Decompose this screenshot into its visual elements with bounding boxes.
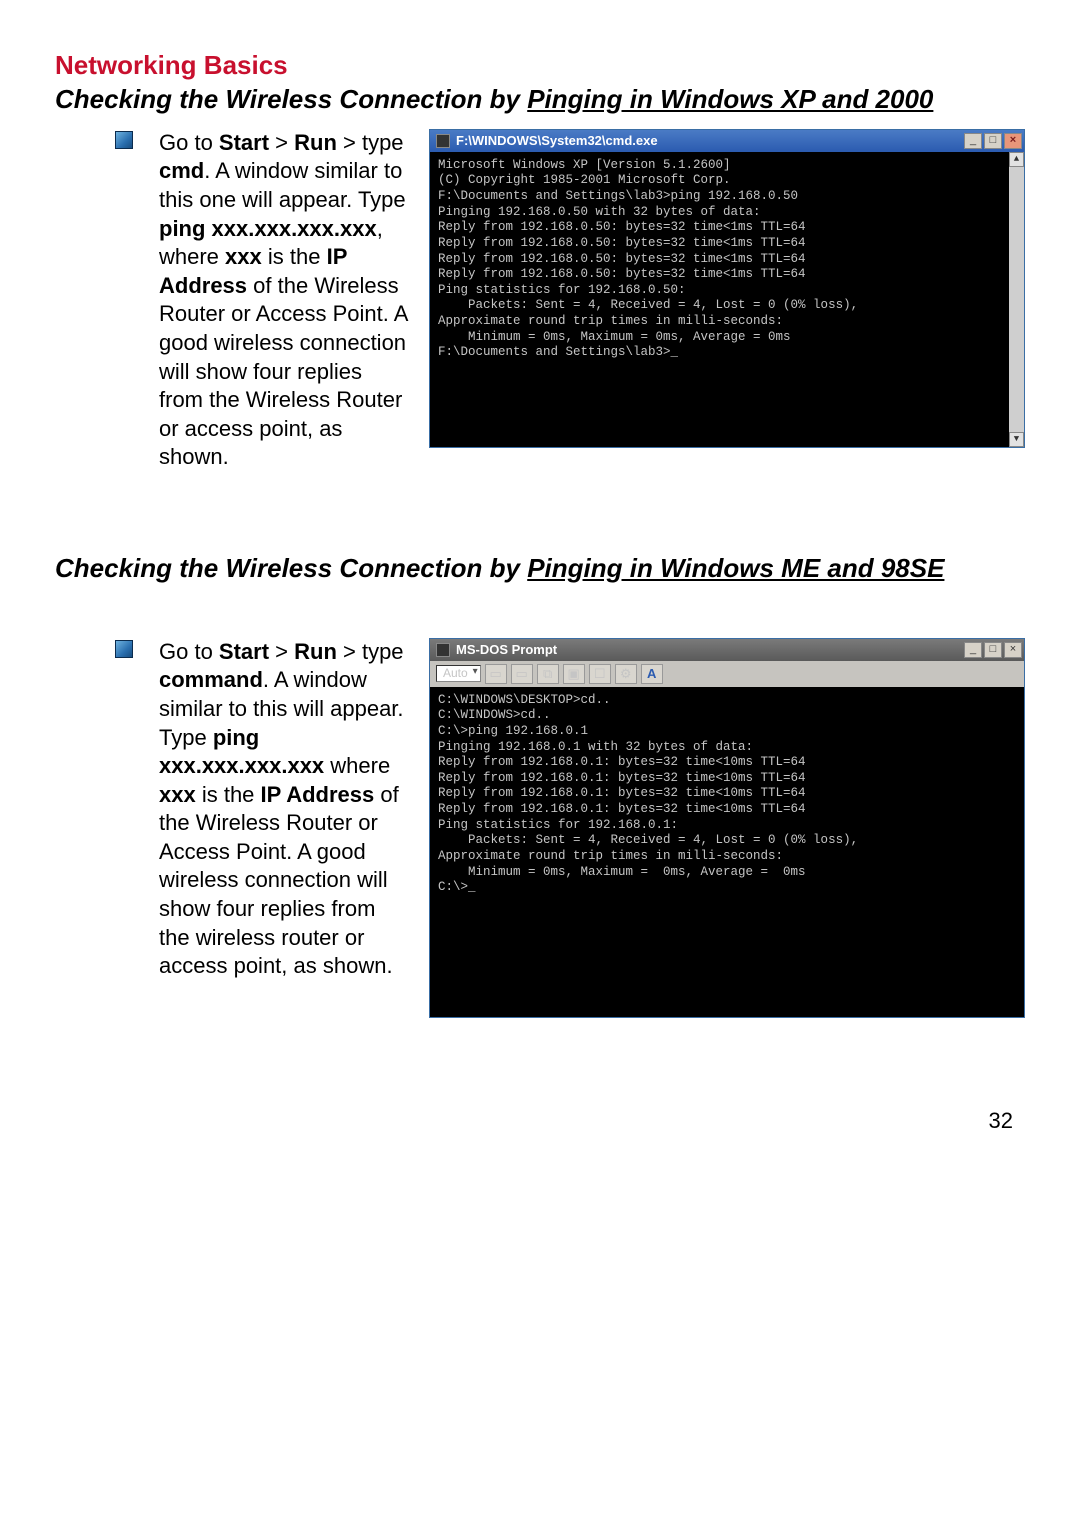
term-line: C:\>ping 192.168.0.1 bbox=[438, 724, 1016, 740]
section1-title-prefix: Checking the Wireless Connection by bbox=[55, 84, 527, 114]
txt-bold: ping xxx.xxx.xxx.xxx bbox=[159, 216, 377, 241]
window-controls: _ □ × bbox=[964, 642, 1022, 658]
close-button[interactable]: × bbox=[1004, 133, 1022, 149]
txt-bold: Start bbox=[219, 639, 269, 664]
app-icon bbox=[436, 643, 450, 657]
toolbar-button[interactable]: ▭ bbox=[511, 664, 533, 684]
scroll-down-icon[interactable]: ▼ bbox=[1009, 432, 1024, 447]
close-button[interactable]: × bbox=[1004, 642, 1022, 658]
maximize-button[interactable]: □ bbox=[984, 642, 1002, 658]
scroll-up-icon[interactable]: ▲ bbox=[1009, 152, 1024, 167]
bullet-container bbox=[115, 129, 139, 149]
titlebar: MS-DOS Prompt _ □ × bbox=[430, 639, 1024, 661]
txt: is the bbox=[196, 782, 261, 807]
txt-bold: Start bbox=[219, 130, 269, 155]
term-line: Reply from 192.168.0.1: bytes=32 time<10… bbox=[438, 802, 1016, 818]
minimize-button[interactable]: _ bbox=[964, 642, 982, 658]
square-bullet-icon bbox=[115, 640, 133, 658]
window-title: MS-DOS Prompt bbox=[456, 642, 964, 658]
titlebar: F:\WINDOWS\System32\cmd.exe _ □ × bbox=[430, 130, 1024, 152]
window-title: F:\WINDOWS\System32\cmd.exe bbox=[456, 133, 964, 149]
bullet-container bbox=[115, 638, 139, 658]
txt: of the Wireless Router or Access Point. … bbox=[159, 782, 399, 979]
terminal-body: C:\WINDOWS\DESKTOP>cd.. C:\WINDOWS>cd.. … bbox=[430, 687, 1024, 1017]
term-line: (C) Copyright 1985-2001 Microsoft Corp. bbox=[438, 173, 1016, 189]
toolbar-button[interactable]: ☐ bbox=[589, 664, 611, 684]
section2-title-underline: Pinging in Windows ME and 98SE bbox=[527, 553, 944, 583]
term-line: Reply from 192.168.0.50: bytes=32 time<1… bbox=[438, 236, 1016, 252]
term-line: F:\Documents and Settings\lab3>_ bbox=[438, 345, 1016, 361]
term-line: Reply from 192.168.0.1: bytes=32 time<10… bbox=[438, 771, 1016, 787]
page-heading: Networking Basics bbox=[55, 50, 1025, 81]
window-controls: _ □ × bbox=[964, 133, 1022, 149]
minimize-button[interactable]: _ bbox=[964, 133, 982, 149]
cmd-window-xp: F:\WINDOWS\System32\cmd.exe _ □ × Micros… bbox=[429, 129, 1025, 448]
term-line: Reply from 192.168.0.1: bytes=32 time<10… bbox=[438, 755, 1016, 771]
font-icon[interactable]: A bbox=[641, 664, 663, 684]
term-line: Reply from 192.168.0.50: bytes=32 time<1… bbox=[438, 220, 1016, 236]
page-number: 32 bbox=[55, 1108, 1025, 1134]
txt: of the Wireless Router or Access Point. … bbox=[159, 273, 407, 470]
term-line: Ping statistics for 192.168.0.1: bbox=[438, 818, 1016, 834]
term-line: Packets: Sent = 4, Received = 4, Lost = … bbox=[438, 298, 1016, 314]
msdos-window: MS-DOS Prompt _ □ × Auto ▭ ▭ ⧉ ▣ ☐ ⚙ A bbox=[429, 638, 1025, 1018]
term-line: Pinging 192.168.0.1 with 32 bytes of dat… bbox=[438, 740, 1016, 756]
txt-bold: IP Address bbox=[261, 782, 375, 807]
txt-bold: xxx bbox=[159, 782, 196, 807]
section2-screenshot: MS-DOS Prompt _ □ × Auto ▭ ▭ ⧉ ▣ ☐ ⚙ A bbox=[429, 638, 1025, 1018]
term-line: F:\Documents and Settings\lab3>ping 192.… bbox=[438, 189, 1016, 205]
section1-title-underline: Pinging in Windows XP and 2000 bbox=[527, 84, 933, 114]
term-line: Reply from 192.168.0.50: bytes=32 time<1… bbox=[438, 252, 1016, 268]
toolbar-button[interactable]: ▣ bbox=[563, 664, 585, 684]
maximize-button[interactable]: □ bbox=[984, 133, 1002, 149]
app-icon bbox=[436, 134, 450, 148]
term-line: Pinging 192.168.0.50 with 32 bytes of da… bbox=[438, 205, 1016, 221]
txt: > bbox=[269, 130, 294, 155]
section1-title: Checking the Wireless Connection by Ping… bbox=[55, 83, 1025, 117]
term-line: Packets: Sent = 4, Received = 4, Lost = … bbox=[438, 833, 1016, 849]
txt: is the bbox=[262, 244, 327, 269]
txt-bold: Run bbox=[294, 639, 337, 664]
section1-screenshot: F:\WINDOWS\System32\cmd.exe _ □ × Micros… bbox=[429, 129, 1025, 448]
txt: where bbox=[324, 753, 390, 778]
section2-instructions: Go to Start > Run > type command. A wind… bbox=[159, 638, 409, 981]
txt: Go to bbox=[159, 639, 219, 664]
section2-title-prefix: Checking the Wireless Connection by bbox=[55, 553, 527, 583]
toolbar-button[interactable]: ▭ bbox=[485, 664, 507, 684]
txt: > type bbox=[337, 639, 404, 664]
term-line: Minimum = 0ms, Maximum = 0ms, Average = … bbox=[438, 865, 1016, 881]
term-line: C:\WINDOWS\DESKTOP>cd.. bbox=[438, 693, 1016, 709]
properties-icon[interactable]: ⚙ bbox=[615, 664, 637, 684]
terminal-body: Microsoft Windows XP [Version 5.1.2600] … bbox=[430, 152, 1024, 447]
term-line: Approximate round trip times in milli-se… bbox=[438, 314, 1016, 330]
txt: > bbox=[269, 639, 294, 664]
term-line: Ping statistics for 192.168.0.50: bbox=[438, 283, 1016, 299]
section1-content: Go to Start > Run > type cmd. A window s… bbox=[115, 129, 1025, 472]
term-line: Approximate round trip times in milli-se… bbox=[438, 849, 1016, 865]
term-line: Reply from 192.168.0.1: bytes=32 time<10… bbox=[438, 786, 1016, 802]
copy-icon[interactable]: ⧉ bbox=[537, 664, 559, 684]
term-line: Minimum = 0ms, Maximum = 0ms, Average = … bbox=[438, 330, 1016, 346]
txt-bold: command bbox=[159, 667, 263, 692]
txt-bold: cmd bbox=[159, 158, 204, 183]
scrollbar[interactable]: ▲ ▼ bbox=[1009, 152, 1024, 447]
font-size-select[interactable]: Auto bbox=[436, 665, 481, 682]
section2-title: Checking the Wireless Connection by Ping… bbox=[55, 552, 1025, 586]
txt: Go to bbox=[159, 130, 219, 155]
term-line: Microsoft Windows XP [Version 5.1.2600] bbox=[438, 158, 1016, 174]
square-bullet-icon bbox=[115, 131, 133, 149]
term-line: Reply from 192.168.0.50: bytes=32 time<1… bbox=[438, 267, 1016, 283]
txt-bold: Run bbox=[294, 130, 337, 155]
txt-bold: xxx bbox=[225, 244, 262, 269]
term-line: C:\WINDOWS>cd.. bbox=[438, 708, 1016, 724]
term-line: C:\>_ bbox=[438, 880, 1016, 896]
section2-content: Go to Start > Run > type command. A wind… bbox=[115, 638, 1025, 1018]
section1-instructions: Go to Start > Run > type cmd. A window s… bbox=[159, 129, 409, 472]
toolbar: Auto ▭ ▭ ⧉ ▣ ☐ ⚙ A bbox=[430, 661, 1024, 687]
txt: > type bbox=[337, 130, 404, 155]
